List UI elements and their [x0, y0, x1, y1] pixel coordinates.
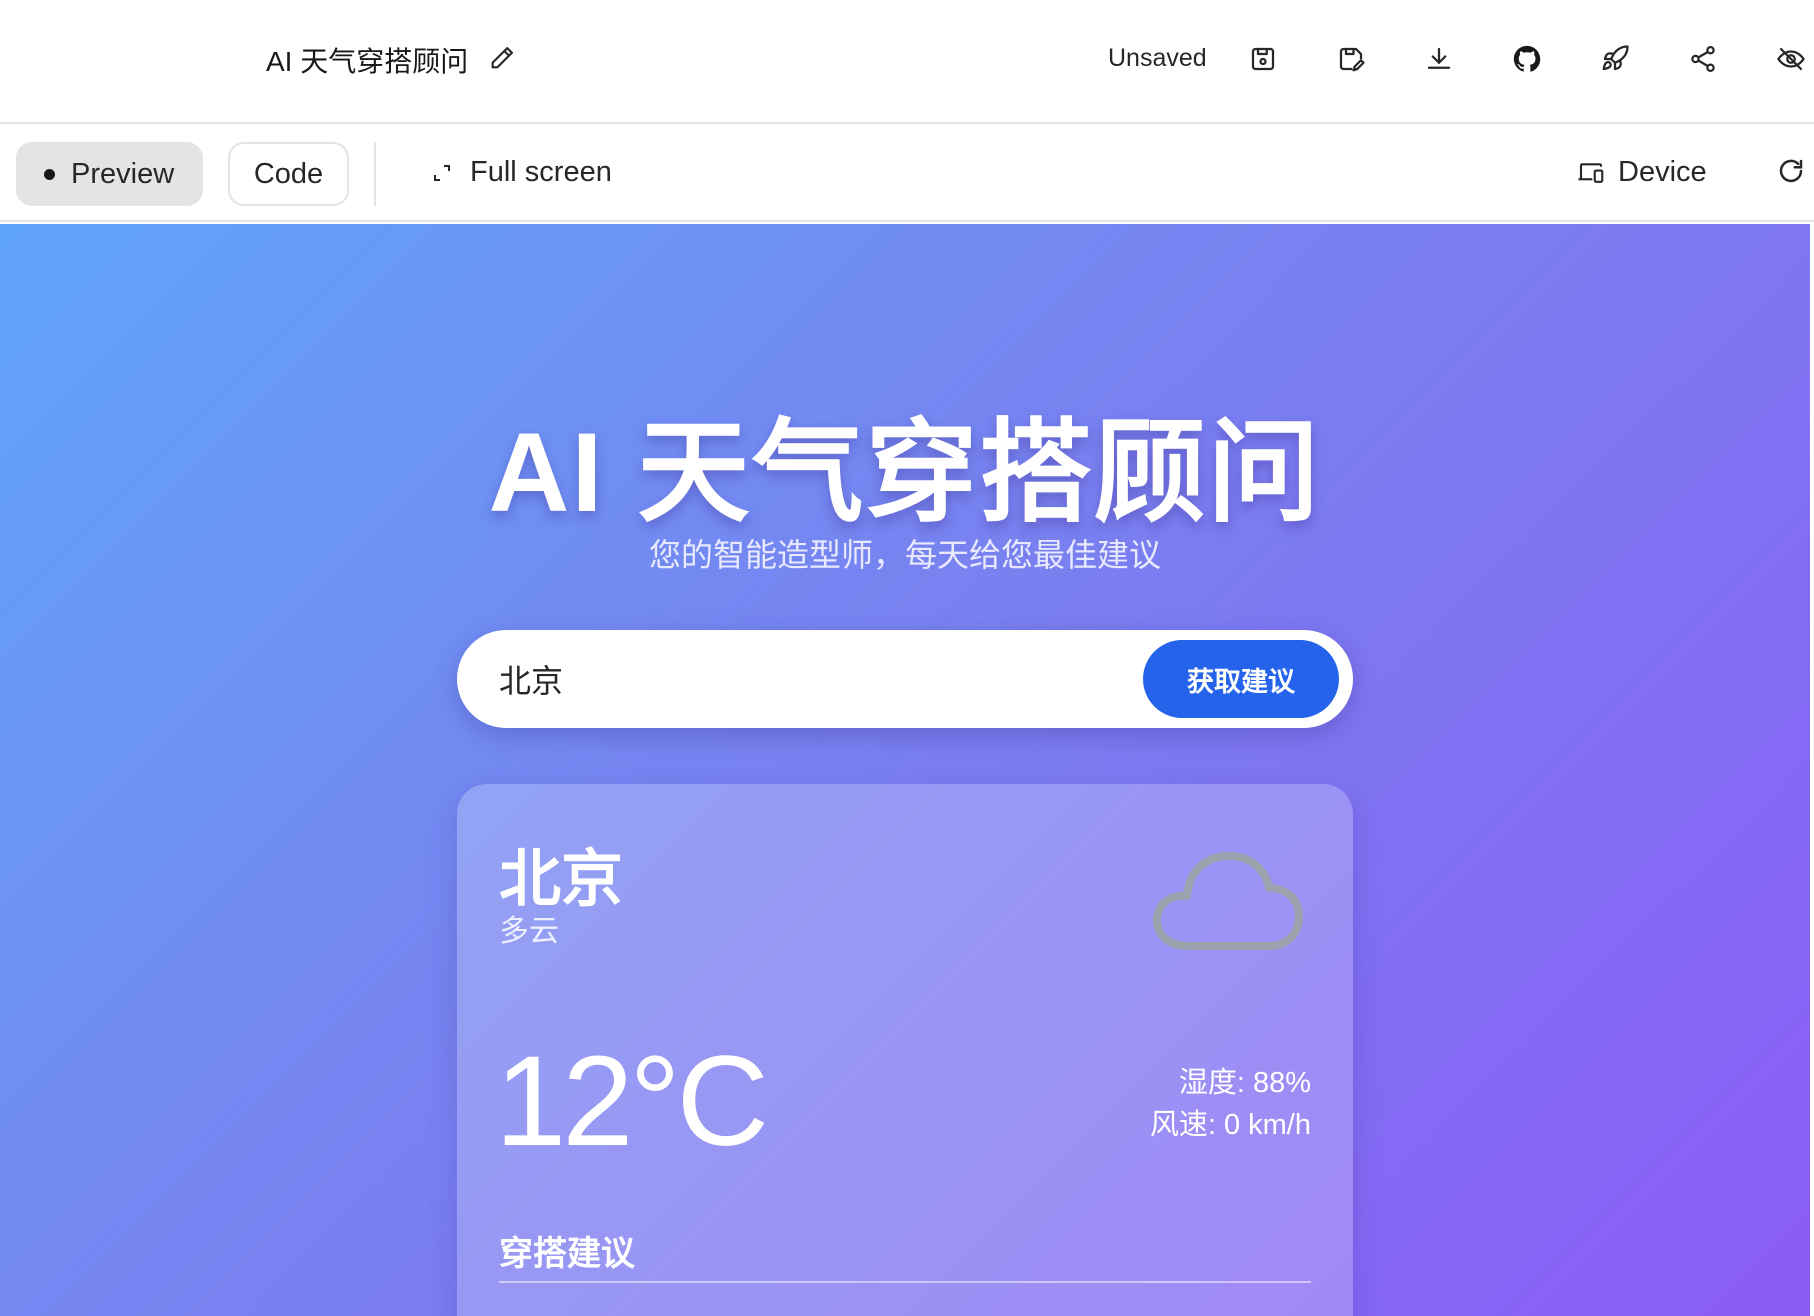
tab-preview[interactable]: Preview: [16, 142, 203, 206]
city-input[interactable]: [499, 654, 1099, 704]
rocket-icon[interactable]: [1596, 40, 1634, 78]
tab-code-label: Code: [253, 157, 324, 190]
get-advice-button[interactable]: 获取建议: [1143, 640, 1339, 718]
weather-stats: 湿度: 88% 风速: 0 km/h: [1150, 1062, 1311, 1146]
save-as-icon[interactable]: [1332, 40, 1370, 78]
toolbar-divider: [374, 142, 376, 206]
project-title: AI 天气穿搭顾问: [266, 46, 469, 77]
github-icon[interactable]: [1508, 40, 1546, 78]
tab-preview-label: Preview: [71, 157, 175, 190]
pencil-icon[interactable]: [486, 42, 518, 74]
devices-icon: [1578, 162, 1604, 183]
download-icon[interactable]: [1420, 40, 1458, 78]
refresh-icon[interactable]: [1776, 156, 1808, 188]
fullscreen-button[interactable]: Full screen: [430, 156, 612, 189]
cloud-icon: [1153, 852, 1303, 950]
weather-condition: 多云: [499, 915, 559, 948]
expand-icon: [434, 164, 450, 181]
temperature: 12°C: [495, 1030, 769, 1173]
hide-icon[interactable]: [1772, 40, 1810, 78]
save-icon[interactable]: [1244, 40, 1282, 78]
app-preview: AI 天气穿搭顾问 您的智能造型师，每天给您最佳建议 获取建议 北京 多云 12…: [0, 224, 1810, 1316]
device-button[interactable]: Device: [1576, 156, 1707, 189]
wind-speed: 风速: 0 km/h: [1149, 1109, 1311, 1141]
search-bar: 获取建议: [457, 630, 1353, 728]
city-name: 北京: [499, 845, 624, 914]
save-status: Unsaved: [1108, 44, 1207, 72]
tab-code[interactable]: Code: [228, 142, 349, 206]
app-title: AI 天气穿搭顾问: [488, 410, 1322, 535]
preview-toolbar: Preview Code Full screen Device: [0, 126, 1814, 222]
fullscreen-label: Full screen: [470, 156, 612, 188]
top-bar: AI 天气穿搭顾问 Unsaved: [0, 0, 1814, 124]
device-label: Device: [1618, 156, 1707, 188]
active-dot-icon: [44, 168, 55, 180]
weather-card: 北京 多云 12°C 湿度: 88% 风速: 0 km/h 穿搭建议: [457, 784, 1353, 1316]
scrollbar-edge: [1810, 224, 1814, 1316]
advice-divider: [499, 1281, 1311, 1283]
share-icon[interactable]: [1684, 40, 1722, 78]
humidity: 湿度: 88%: [1178, 1067, 1311, 1099]
app-subtitle: 您的智能造型师，每天给您最佳建议: [648, 537, 1161, 573]
advice-text: [499, 1306, 1311, 1316]
advice-heading: 穿搭建议: [499, 1235, 635, 1273]
